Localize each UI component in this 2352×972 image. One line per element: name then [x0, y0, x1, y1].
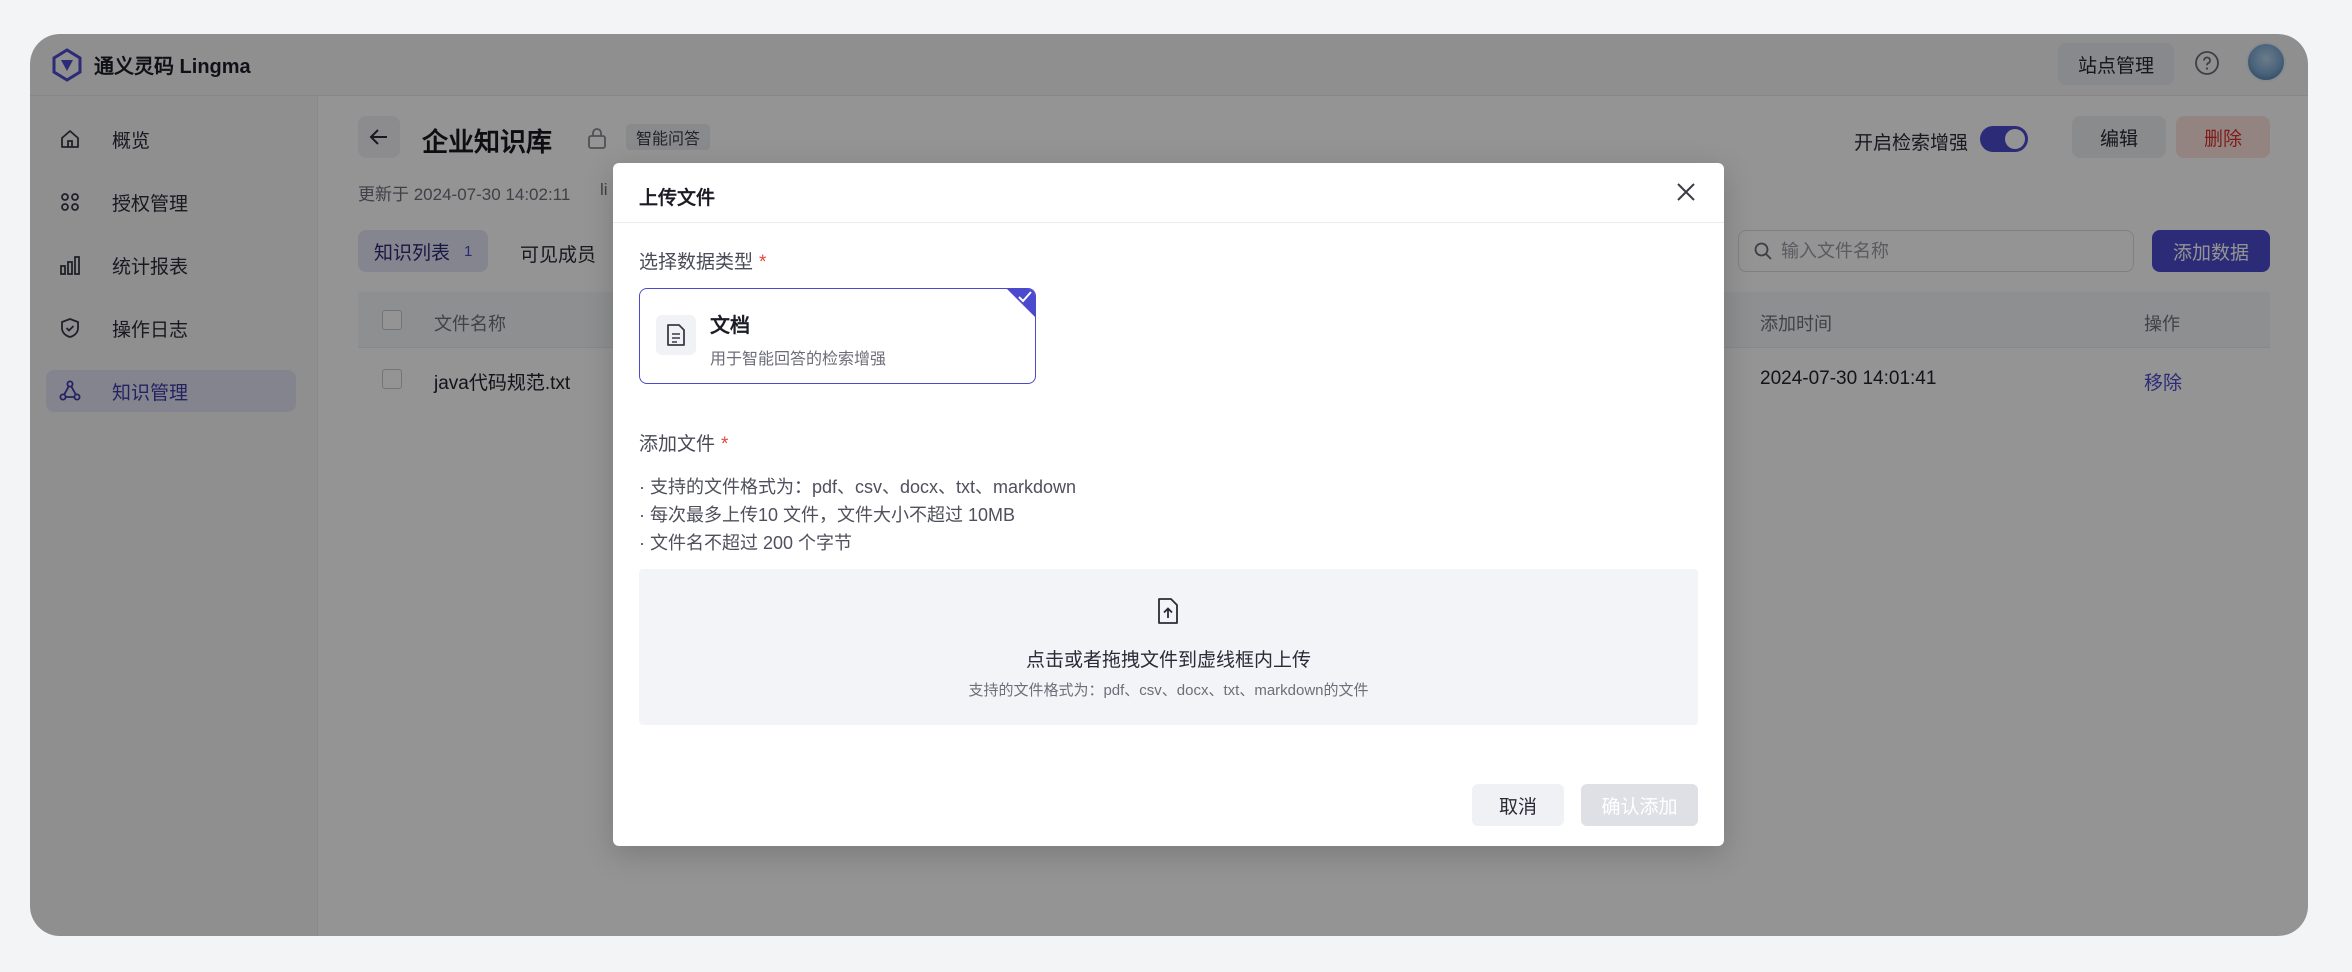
data-type-label: 选择数据类型 * — [639, 247, 766, 274]
dialog-title: 上传文件 — [639, 188, 716, 209]
upload-dropzone[interactable]: 点击或者拖拽文件到虚线框内上传 支持的文件格式为：pdf、csv、docx、tx… — [639, 569, 1698, 725]
cancel-button[interactable]: 取消 — [1472, 784, 1564, 826]
required-mark: * — [759, 252, 767, 273]
confirm-add-button[interactable]: 确认添加 — [1581, 784, 1698, 826]
dialog-header: 上传文件 — [613, 163, 1724, 223]
required-mark: * — [721, 434, 729, 455]
card-description: 用于智能回答的检索增强 — [710, 351, 887, 368]
add-file-label-text: 添加文件 — [639, 434, 716, 455]
close-icon[interactable] — [1673, 179, 1699, 205]
document-icon — [667, 324, 685, 346]
upload-file-dialog: 上传文件 选择数据类型 * 文档 用于智能回答的检索增强 添加文件 * · 支持的文… — [613, 163, 1724, 846]
rule-formats: · 支持的文件格式为：pdf、csv、docx、txt、markdown — [639, 477, 1077, 497]
file-upload-icon — [1158, 598, 1178, 624]
add-file-label: 添加文件 * — [639, 429, 728, 456]
dropzone-sub-text: 支持的文件格式为：pdf、csv、docx、txt、markdown的文件 — [968, 682, 1369, 699]
card-title: 文档 — [710, 315, 750, 337]
document-type-card[interactable]: 文档 用于智能回答的检索增强 — [639, 288, 1036, 384]
data-type-label-text: 选择数据类型 — [639, 252, 754, 273]
rule-filename: · 文件名不超过 200 个字节 — [639, 533, 853, 553]
rule-limit: · 每次最多上传10 文件，文件大小不超过 10MB — [639, 505, 1016, 525]
check-icon — [1018, 291, 1032, 303]
dropzone-main-text: 点击或者拖拽文件到虚线框内上传 — [1025, 650, 1311, 671]
document-icon-box — [656, 315, 696, 355]
